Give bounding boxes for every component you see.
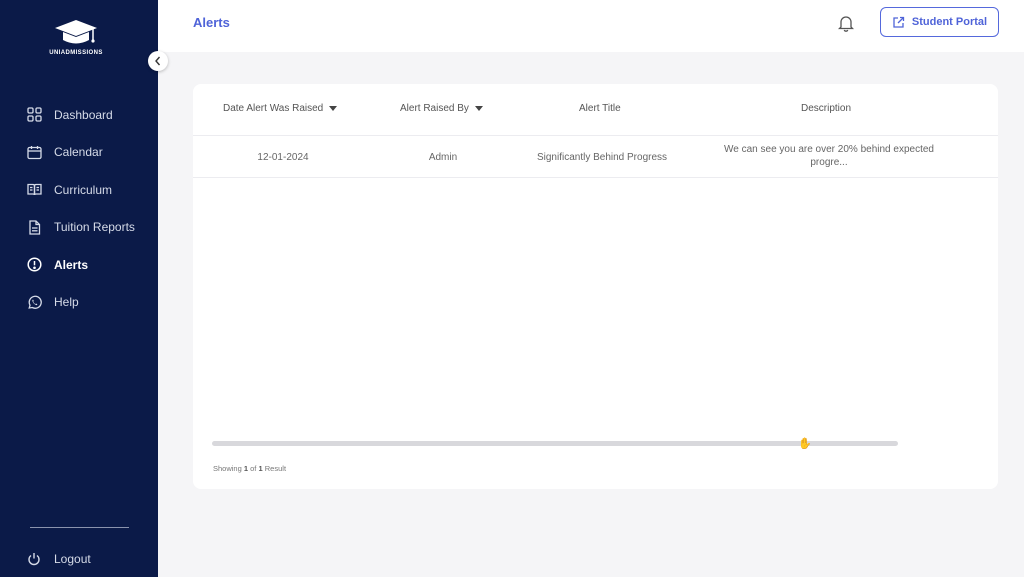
column-header-raised-by[interactable]: Alert Raised By xyxy=(400,103,483,114)
whatsapp-icon xyxy=(26,294,42,310)
sidebar: UNIADMISSIONS Dashboard Calendar Curricu… xyxy=(0,0,158,577)
sort-caret-icon[interactable] xyxy=(329,106,338,111)
grid-icon xyxy=(26,107,42,123)
sidebar-item-label: Curriculum xyxy=(54,182,113,197)
results-count: Showing 1 of 1 Result xyxy=(213,464,286,473)
logo[interactable]: UNIADMISSIONS xyxy=(44,18,108,56)
top-bar: Alerts Student Portal xyxy=(158,0,1024,52)
column-header-label: Alert Title xyxy=(579,103,621,114)
collapse-sidebar-button[interactable] xyxy=(148,51,168,71)
cell-title: Significantly Behind Progress xyxy=(536,152,668,163)
logo-text: UNIADMISSIONS xyxy=(49,50,103,56)
alerts-table-card: Date Alert Was Raised Alert Raised By Al… xyxy=(193,84,998,489)
cell-raised-by: Admin xyxy=(428,152,458,163)
column-header-label: Date Alert Was Raised xyxy=(223,103,324,114)
logout-button[interactable]: Logout xyxy=(0,540,158,577)
sort-caret-icon[interactable] xyxy=(474,106,483,111)
sidebar-item-curriculum[interactable]: Curriculum xyxy=(0,171,158,209)
sidebar-item-alerts[interactable]: Alerts xyxy=(0,246,158,284)
logout-label: Logout xyxy=(54,551,91,566)
result-unit: Result xyxy=(264,464,287,473)
book-icon xyxy=(26,182,42,198)
horizontal-scrollbar[interactable] xyxy=(212,441,898,446)
column-header-date[interactable]: Date Alert Was Raised xyxy=(223,103,338,114)
hand-cursor-icon: ✋ xyxy=(798,438,812,450)
sidebar-item-tuition-reports[interactable]: Tuition Reports xyxy=(0,209,158,247)
column-header-description: Description xyxy=(801,103,851,114)
sidebar-divider xyxy=(30,527,129,528)
sidebar-item-label: Help xyxy=(54,295,79,310)
student-portal-button[interactable]: Student Portal xyxy=(880,7,999,37)
sidebar-nav: Dashboard Calendar Curriculum Tuition Re… xyxy=(0,96,158,321)
column-header-label: Description xyxy=(801,103,852,114)
result-start: 1 xyxy=(243,464,249,473)
column-header-title: Alert Title xyxy=(579,103,621,114)
showing-label: Showing xyxy=(213,464,242,473)
description-line: We can see you are over 20% behind expec… xyxy=(724,144,934,155)
alert-icon xyxy=(26,257,42,273)
description-line: progre... xyxy=(810,157,848,168)
graduation-cap-icon xyxy=(55,20,97,44)
document-icon xyxy=(26,219,42,235)
sidebar-item-dashboard[interactable]: Dashboard xyxy=(0,96,158,134)
student-portal-label: Student Portal xyxy=(911,16,988,28)
external-link-icon xyxy=(893,16,905,28)
sidebar-item-calendar[interactable]: Calendar xyxy=(0,134,158,172)
bell-icon[interactable] xyxy=(837,14,855,32)
chevron-left-icon xyxy=(155,56,161,66)
cell-description: We can see you are over 20% behind expec… xyxy=(703,143,955,169)
of-label: of xyxy=(250,464,257,473)
table-row[interactable]: 12-01-2024 Admin Significantly Behind Pr… xyxy=(193,136,998,178)
sidebar-item-help[interactable]: Help xyxy=(0,284,158,322)
page-title: Alerts xyxy=(193,15,230,30)
sidebar-item-label: Tuition Reports xyxy=(54,220,135,235)
sidebar-item-label: Calendar xyxy=(54,145,103,160)
power-icon xyxy=(26,551,42,567)
sidebar-item-label: Dashboard xyxy=(54,107,113,122)
table-header: Date Alert Was Raised Alert Raised By Al… xyxy=(193,84,998,136)
logout-section: Logout xyxy=(0,540,158,577)
calendar-icon xyxy=(26,144,42,160)
column-header-label: Alert Raised By xyxy=(400,103,469,114)
cell-date: 12-01-2024 xyxy=(257,152,309,163)
result-total: 1 xyxy=(258,464,263,473)
sidebar-item-label: Alerts xyxy=(54,257,89,272)
